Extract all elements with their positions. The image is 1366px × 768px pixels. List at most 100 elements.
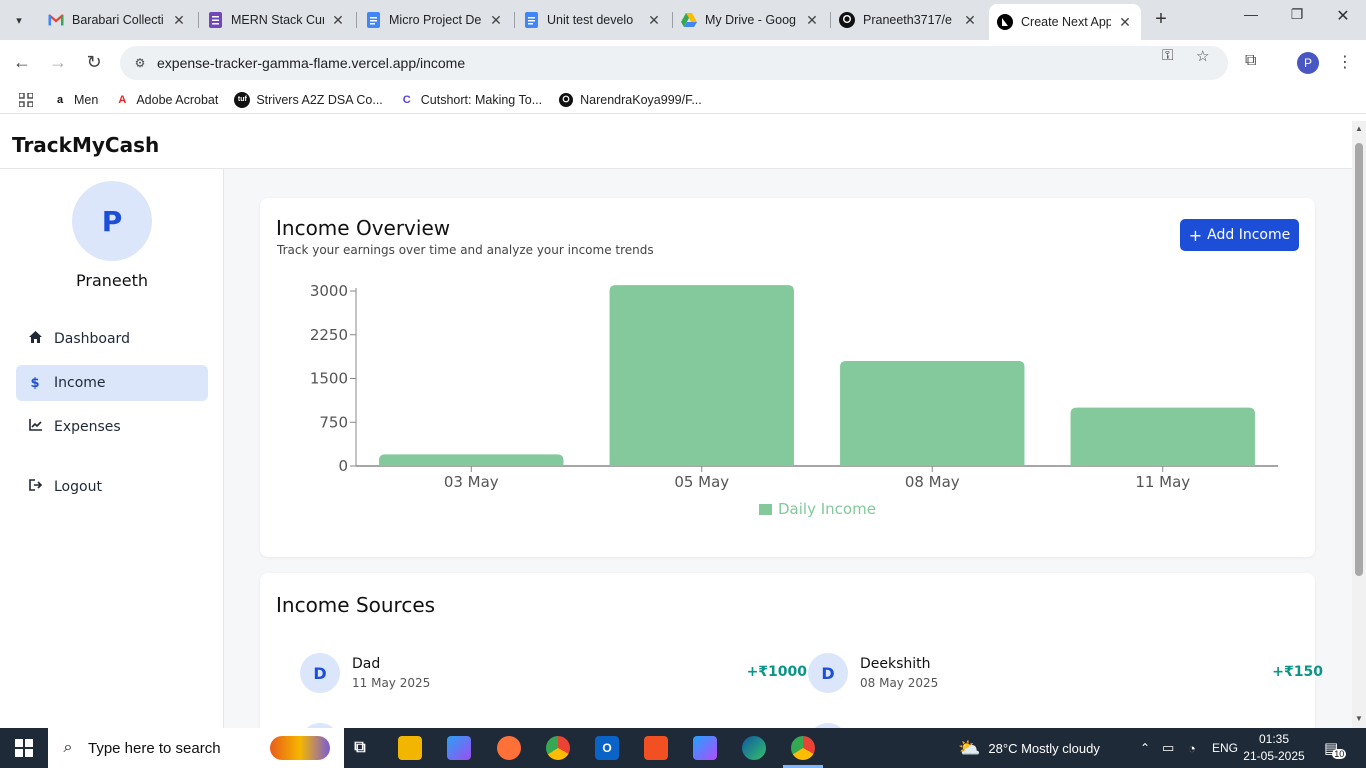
- tab-create-next-app[interactable]: Create Next App ✕: [989, 4, 1141, 40]
- drive-icon: [681, 12, 697, 28]
- clock-time: 01:35: [1258, 732, 1290, 746]
- back-button[interactable]: ←: [10, 52, 34, 73]
- chrome-profile-icon[interactable]: [791, 736, 815, 760]
- address-bar[interactable]: ⚙ expense-tracker-gamma-flame.vercel.app…: [120, 46, 1228, 80]
- restore-button[interactable]: ❐: [1274, 6, 1320, 23]
- bookmark-star-icon[interactable]: ☆: [1196, 47, 1209, 65]
- bookmarks-bar: a Men A Adobe Acrobat tuf Strivers A2Z D…: [0, 86, 1366, 114]
- income-sources-title: Income Sources: [276, 593, 436, 617]
- ms-store-icon[interactable]: [644, 736, 668, 760]
- tray-chevron-icon[interactable]: ⌃: [1140, 728, 1150, 768]
- tab-label: Micro Project De: [389, 13, 482, 27]
- tab-mern-stack[interactable]: MERN Stack Cur ✕: [199, 6, 354, 34]
- notifications-button[interactable]: ▤ 10: [1324, 728, 1347, 768]
- bookmark-men[interactable]: a Men: [52, 92, 98, 108]
- search-placeholder: Type here to search: [88, 739, 221, 757]
- source-avatar: D: [300, 653, 340, 693]
- outlook-icon[interactable]: O: [595, 736, 619, 760]
- tab-label: Barabari Collecti: [72, 13, 164, 27]
- y-tick-label: 750: [319, 413, 348, 431]
- income-source-item[interactable]: D Deekshith 08 May 2025 +₹150: [808, 653, 1323, 693]
- chart-bar: [609, 285, 794, 466]
- app-header: TrackMyCash: [0, 121, 1352, 169]
- taskbar-clock[interactable]: 01:35 21-05-2025: [1240, 731, 1308, 765]
- close-icon[interactable]: ✕: [1117, 14, 1133, 31]
- sidebar-item-label: Expenses: [54, 419, 121, 435]
- close-icon[interactable]: ✕: [330, 12, 346, 29]
- scrollbar-thumb[interactable]: [1355, 143, 1363, 576]
- sidebar-item-dashboard[interactable]: Dashboard: [16, 321, 208, 357]
- weather-text: 28°C Mostly cloudy: [988, 740, 1100, 756]
- tab-unit-test[interactable]: Unit test develo ✕: [515, 6, 670, 34]
- browser-toolbar: ← → ↻ ⚙ expense-tracker-gamma-flame.verc…: [0, 40, 1366, 86]
- bookmark-strivers[interactable]: tuf Strivers A2Z DSA Co...: [234, 91, 383, 108]
- site-info-icon[interactable]: ⚙: [130, 56, 150, 70]
- wifi-icon[interactable]: ◔: [1188, 728, 1196, 768]
- chrome-icon[interactable]: [546, 736, 570, 760]
- dollar-icon: $: [30, 375, 40, 391]
- windows-logo-icon: [15, 739, 33, 757]
- task-view-icon[interactable]: ⧉: [348, 736, 372, 760]
- firefox-icon[interactable]: [497, 736, 521, 760]
- sidebar-item-income[interactable]: $ Income: [16, 365, 208, 401]
- search-highlight-icon: [270, 736, 330, 760]
- x-tick-label: 08 May: [905, 473, 960, 491]
- cutshort-icon: C: [402, 93, 411, 106]
- bookmark-label: Men: [74, 92, 99, 107]
- password-key-icon[interactable]: ⚿: [1162, 47, 1173, 64]
- docs-icon: [523, 12, 539, 28]
- sidebar-item-logout[interactable]: Logout: [16, 469, 208, 505]
- new-tab-button[interactable]: +: [1150, 8, 1172, 31]
- file-explorer-icon[interactable]: [398, 736, 422, 760]
- forward-button[interactable]: →: [46, 52, 70, 73]
- chart-bar: [379, 454, 564, 466]
- bookmark-cutshort[interactable]: C Cutshort: Making To...: [399, 92, 542, 108]
- tab-micro-project[interactable]: Micro Project De ✕: [357, 6, 512, 34]
- tab-my-drive[interactable]: My Drive - Goog ✕: [673, 6, 828, 34]
- sidebar: P Praneeth Dashboard $ Income Expenses L…: [0, 169, 224, 728]
- sidebar-item-label: Income: [54, 375, 106, 391]
- source-date: 08 May 2025: [860, 676, 939, 690]
- weather-widget[interactable]: ⛅ 28°C Mostly cloudy: [958, 728, 1100, 768]
- web-page: TrackMyCash P Praneeth Dashboard $ Incom…: [0, 121, 1352, 728]
- search-icon: ⌕: [63, 739, 73, 756]
- tab-label: MERN Stack Cur: [231, 13, 324, 27]
- extensions-icon[interactable]: ⧉: [1245, 52, 1256, 70]
- copilot-icon[interactable]: [447, 736, 471, 760]
- browser-tab-strip: ▾ Barabari Collecti ✕ MERN Stack Cur ✕ M…: [0, 0, 1366, 40]
- brand-logo[interactable]: TrackMyCash: [12, 133, 159, 157]
- reload-button[interactable]: ↻: [82, 52, 106, 73]
- minimize-button[interactable]: —: [1228, 6, 1274, 22]
- profile-avatar[interactable]: P: [1297, 52, 1319, 74]
- menu-icon[interactable]: ⋮: [1337, 52, 1353, 72]
- tab-github[interactable]: Praneeth3717/e ✕: [831, 6, 986, 34]
- windows-start-button[interactable]: [0, 728, 48, 768]
- close-icon[interactable]: ✕: [171, 12, 187, 29]
- github-icon: [839, 12, 855, 28]
- close-icon[interactable]: ✕: [646, 12, 662, 29]
- network-icon[interactable]: ▭: [1162, 728, 1174, 768]
- tab-search-button[interactable]: ▾: [6, 8, 32, 32]
- url-text: expense-tracker-gamma-flame.vercel.app/i…: [157, 55, 466, 71]
- tuf-icon: tuf: [234, 91, 251, 108]
- microsoft-365-icon[interactable]: [693, 736, 717, 760]
- y-tick-label: 0: [338, 457, 348, 475]
- source-name: Deekshith: [860, 656, 931, 672]
- close-icon[interactable]: ✕: [962, 12, 978, 29]
- close-icon[interactable]: ✕: [804, 12, 820, 29]
- edge-icon[interactable]: [742, 736, 766, 760]
- sidebar-item-expenses[interactable]: Expenses: [16, 409, 208, 445]
- close-window-button[interactable]: ✕: [1320, 6, 1366, 26]
- source-amount: +₹150: [1272, 664, 1323, 680]
- income-bar-chart: 0 750 1500 2250 3000 03 May 05 May 08 May 11 May…: [310, 282, 1278, 518]
- bookmark-narendrakoya[interactable]: NarendraKoya999/F...: [558, 92, 702, 108]
- close-icon[interactable]: ✕: [488, 12, 504, 29]
- taskbar-search[interactable]: ⌕ Type here to search: [48, 728, 344, 768]
- bookmark-adobe-acrobat[interactable]: A Adobe Acrobat: [114, 92, 218, 108]
- income-source-item[interactable]: D Dad 11 May 2025 +₹1000: [300, 653, 807, 693]
- page-scrollbar[interactable]: ▲ ▼: [1352, 121, 1366, 728]
- apps-grid-icon[interactable]: [0, 92, 52, 107]
- source-amount: +₹1000: [746, 664, 807, 680]
- language-indicator[interactable]: ENG: [1212, 728, 1238, 768]
- tab-gmail[interactable]: Barabari Collecti ✕: [40, 6, 195, 34]
